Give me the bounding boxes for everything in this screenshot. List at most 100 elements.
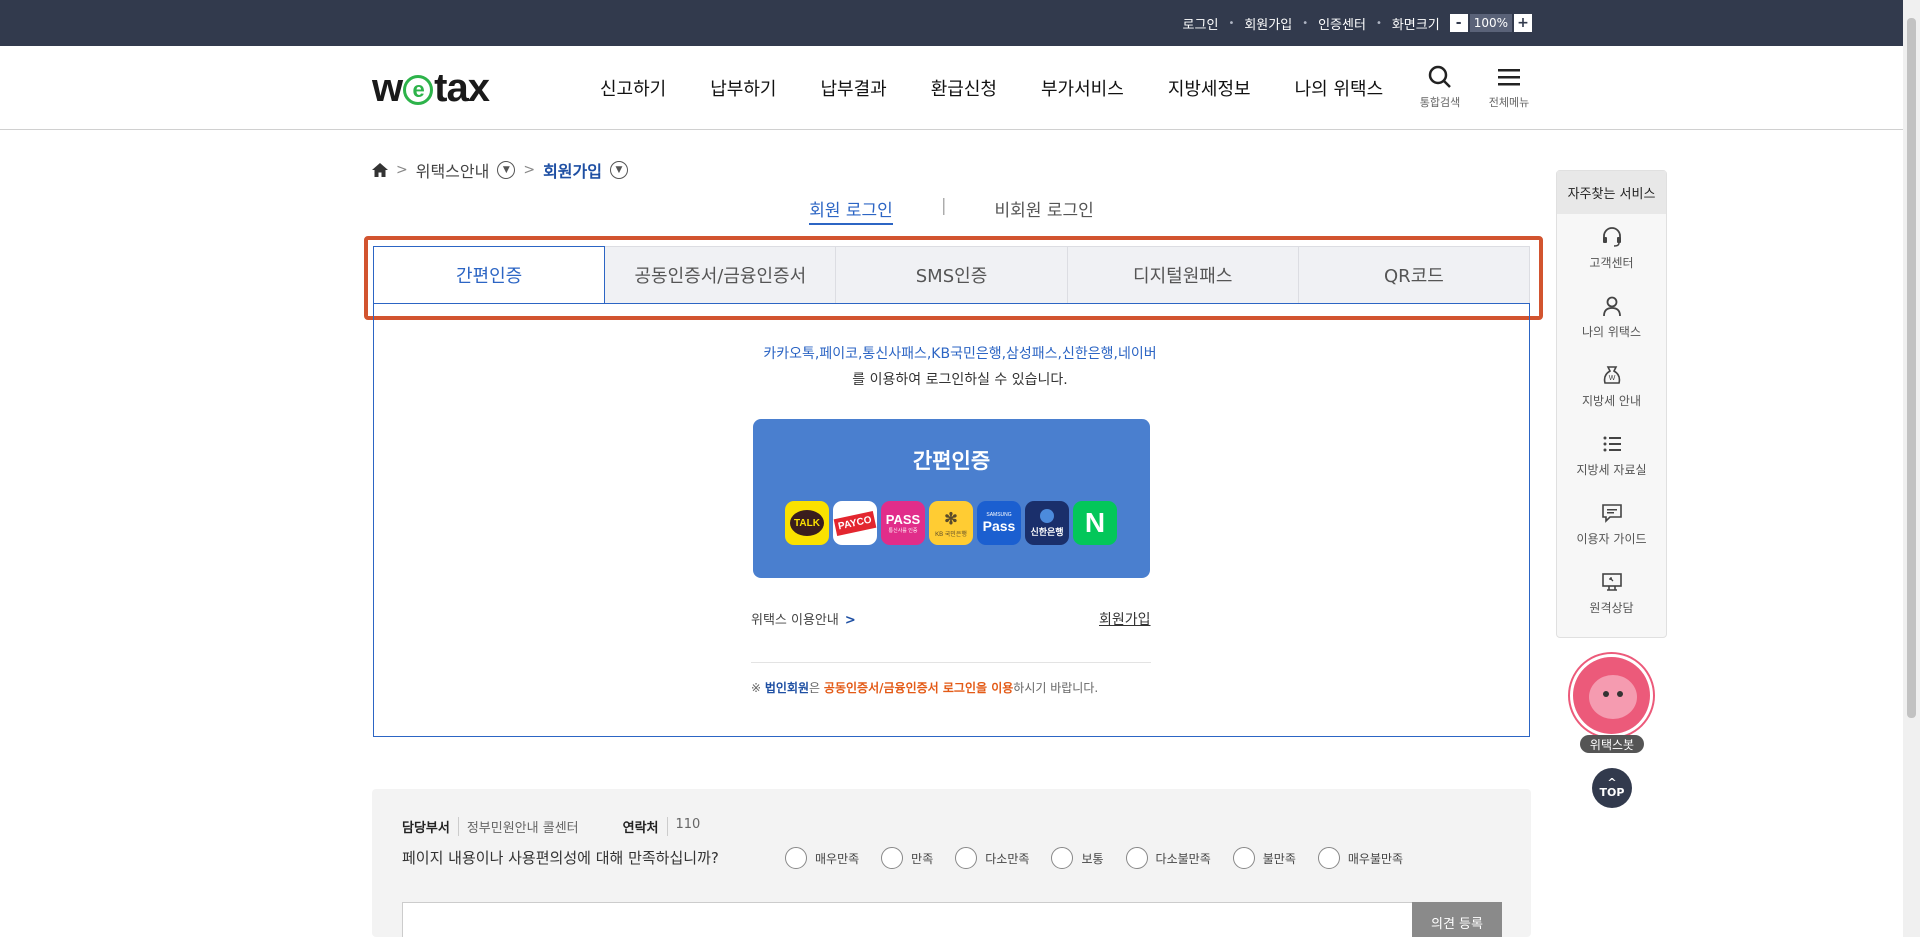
quick-my-wetax[interactable]: 나의 위택스 [1557,283,1666,352]
quick-local-tax-guide[interactable]: W 지방세 안내 [1557,352,1666,421]
simple-auth-card[interactable]: 간편인증 TALK PAYCO PASS 통신사를 인증 ✻ KB 국민은행 SAM… [753,419,1150,578]
naver-icon[interactable]: N [1073,501,1117,545]
wetax-logo[interactable]: w e tax [372,66,490,111]
satisfaction-question: 페이지 내용이나 사용편의성에 대해 만족하십니까? [402,849,719,867]
corporate-notice: ※ 법인회원은 공동인증서/금융인증서 로그인을 이용하시기 바랍니다. [751,681,1099,695]
zoom-level: 100% [1469,14,1512,32]
pass-icon[interactable]: PASS 통신사를 인증 [881,501,925,545]
nav-report[interactable]: 신고하기 [600,75,666,101]
option-somewhat-satisfied[interactable]: 다소만족 [955,847,1029,869]
quick-user-guide[interactable]: 이용자 가이드 [1557,490,1666,559]
cert-center-link[interactable]: 인증센터 [1318,14,1366,33]
option-somewhat-dissatisfied[interactable]: 다소불만족 [1125,847,1211,869]
bot-eye [1617,691,1623,697]
chevron-right-icon: > [844,613,856,628]
option-neutral[interactable]: 보통 [1051,847,1104,869]
signup-link[interactable]: 회원가입 [1244,14,1292,33]
page-scrollbar[interactable] [1903,0,1920,937]
nav-pay[interactable]: 납부하기 [710,75,776,101]
radio-button[interactable] [1232,847,1255,869]
shinhan-bank-icon[interactable]: 신한은행 [1025,501,1069,545]
bot-face [1589,675,1637,719]
tab-simple-auth[interactable]: 간편인증 [373,246,606,304]
nav-refund[interactable]: 환급신청 [931,75,997,101]
nav-local-tax-info[interactable]: 지방세정보 [1168,75,1251,101]
search-label: 통합검색 [1419,96,1461,109]
zoom-out-button[interactable]: - [1449,14,1468,32]
login-link[interactable]: 로그인 [1183,14,1219,33]
auth-method-tabs: 간편인증 공동인증서/금융인증서 SMS인증 디지털원패스 QR코드 [373,246,1531,304]
wetax-guide-link[interactable]: 위택스 이용안내 > [751,609,856,628]
monitor-icon [1601,573,1622,591]
screen-size-label: 화면크기 [1391,17,1440,33]
payco-icon[interactable]: PAYCO [833,501,877,545]
nav-extra-services[interactable]: 부가서비스 [1041,75,1124,101]
option-dissatisfied[interactable]: 불만족 [1232,847,1296,869]
radio-button[interactable] [1051,847,1074,869]
nonmember-login-tab[interactable]: 비회원 로그인 [995,196,1094,225]
quick-local-tax-archive[interactable]: 지방세 자료실 [1557,421,1666,490]
divider [751,662,1151,663]
wetax-bot-avatar[interactable] [1570,654,1653,737]
search-icon [1428,65,1451,88]
breadcrumb-level1[interactable]: 위택스안내 [416,158,490,182]
chevron-down-icon[interactable]: ▼ [497,161,516,179]
separator-dot: • [1302,17,1309,29]
samsung-pass-icon[interactable]: SAMSUNG Pass [977,501,1021,545]
radio-button[interactable] [955,847,978,869]
full-menu-label: 전체메뉴 [1488,96,1530,109]
breadcrumb: > 위택스안내 ▼ > 회원가입 ▼ [372,158,628,182]
radio-button[interactable] [1317,847,1340,869]
user-icon [1602,296,1621,317]
scrollbar-thumb[interactable] [1907,18,1916,718]
kb-bank-icon[interactable]: ✻ KB 국민은행 [929,501,973,545]
separator-dot: • [1375,17,1382,29]
site-header: w e tax 신고하기 납부하기 납부결과 환급신청 부가서비스 지방세정보 나의… [0,46,1903,130]
full-menu-button[interactable]: 전체메뉴 [1479,64,1539,110]
quick-customer-center[interactable]: 고객센터 [1557,214,1666,283]
radio-button[interactable] [881,847,904,869]
hamburger-icon [1498,69,1520,86]
chevron-right-icon: > [396,162,408,178]
chevron-right-icon: > [523,162,536,178]
join-link[interactable]: 회원가입 [1099,609,1151,629]
feedback-submit-button[interactable]: 의견 등록 [1412,902,1502,937]
zoom-in-button[interactable]: + [1514,14,1532,32]
top-utility-bar: 로그인 • 회원가입 • 인증센터 • 화면크기 - 100% + [0,0,1903,46]
home-icon[interactable] [372,163,388,177]
radio-button[interactable] [1125,847,1148,869]
list-icon [1603,436,1621,452]
logo-w: w [372,66,403,110]
logo-tax: tax [434,66,490,110]
radio-button[interactable] [785,847,807,869]
nav-my-wetax[interactable]: 나의 위택스 [1295,75,1384,101]
nav-pay-result[interactable]: 납부결과 [821,75,887,101]
option-very-dissatisfied[interactable]: 매우불만족 [1317,847,1403,869]
tab-certificate[interactable]: 공동인증서/금융인증서 [605,246,837,304]
breadcrumb-current[interactable]: 회원가입 [543,158,602,182]
svg-text:W: W [1608,375,1615,382]
bot-eye [1603,691,1609,697]
option-very-satisfied[interactable]: 매우만족 [785,847,859,869]
feedback-section: 담당부서 정부민원안내 콜센터 연락처 110 페이지 내용이나 사용편의성에 … [372,789,1531,937]
money-bag-icon: W [1603,366,1620,384]
quick-remote-support[interactable]: 원격상담 [1557,559,1666,628]
kakaotalk-icon[interactable]: TALK [785,501,829,545]
utility-links: 로그인 • 회원가입 • 인증센터 • 화면크기 - 100% + [1183,0,1532,46]
chevron-down-icon[interactable]: ▼ [609,161,628,179]
feedback-input[interactable] [402,902,1414,937]
option-satisfied[interactable]: 만족 [881,847,933,869]
wetax-bot-label[interactable]: 위택스봇 [1580,735,1644,753]
tab-digital-onepass[interactable]: 디지털원패스 [1067,246,1299,304]
simple-auth-title: 간편인증 [912,449,991,473]
main-nav: 신고하기 납부하기 납부결과 환급신청 부가서비스 지방세정보 나의 위택스 [600,46,1427,130]
tab-sms[interactable]: SMS인증 [836,246,1068,304]
member-login-tab[interactable]: 회원 로그인 [809,196,893,225]
separator-dot: • [1228,17,1235,29]
chat-icon [1601,504,1622,523]
search-button[interactable]: 통합검색 [1410,64,1470,110]
contact-label: 연락처 [622,821,659,836]
scroll-top-button[interactable]: ^ TOP [1592,768,1632,808]
login-type-separator: | [940,196,947,216]
tab-qr-code[interactable]: QR코드 [1298,246,1531,304]
